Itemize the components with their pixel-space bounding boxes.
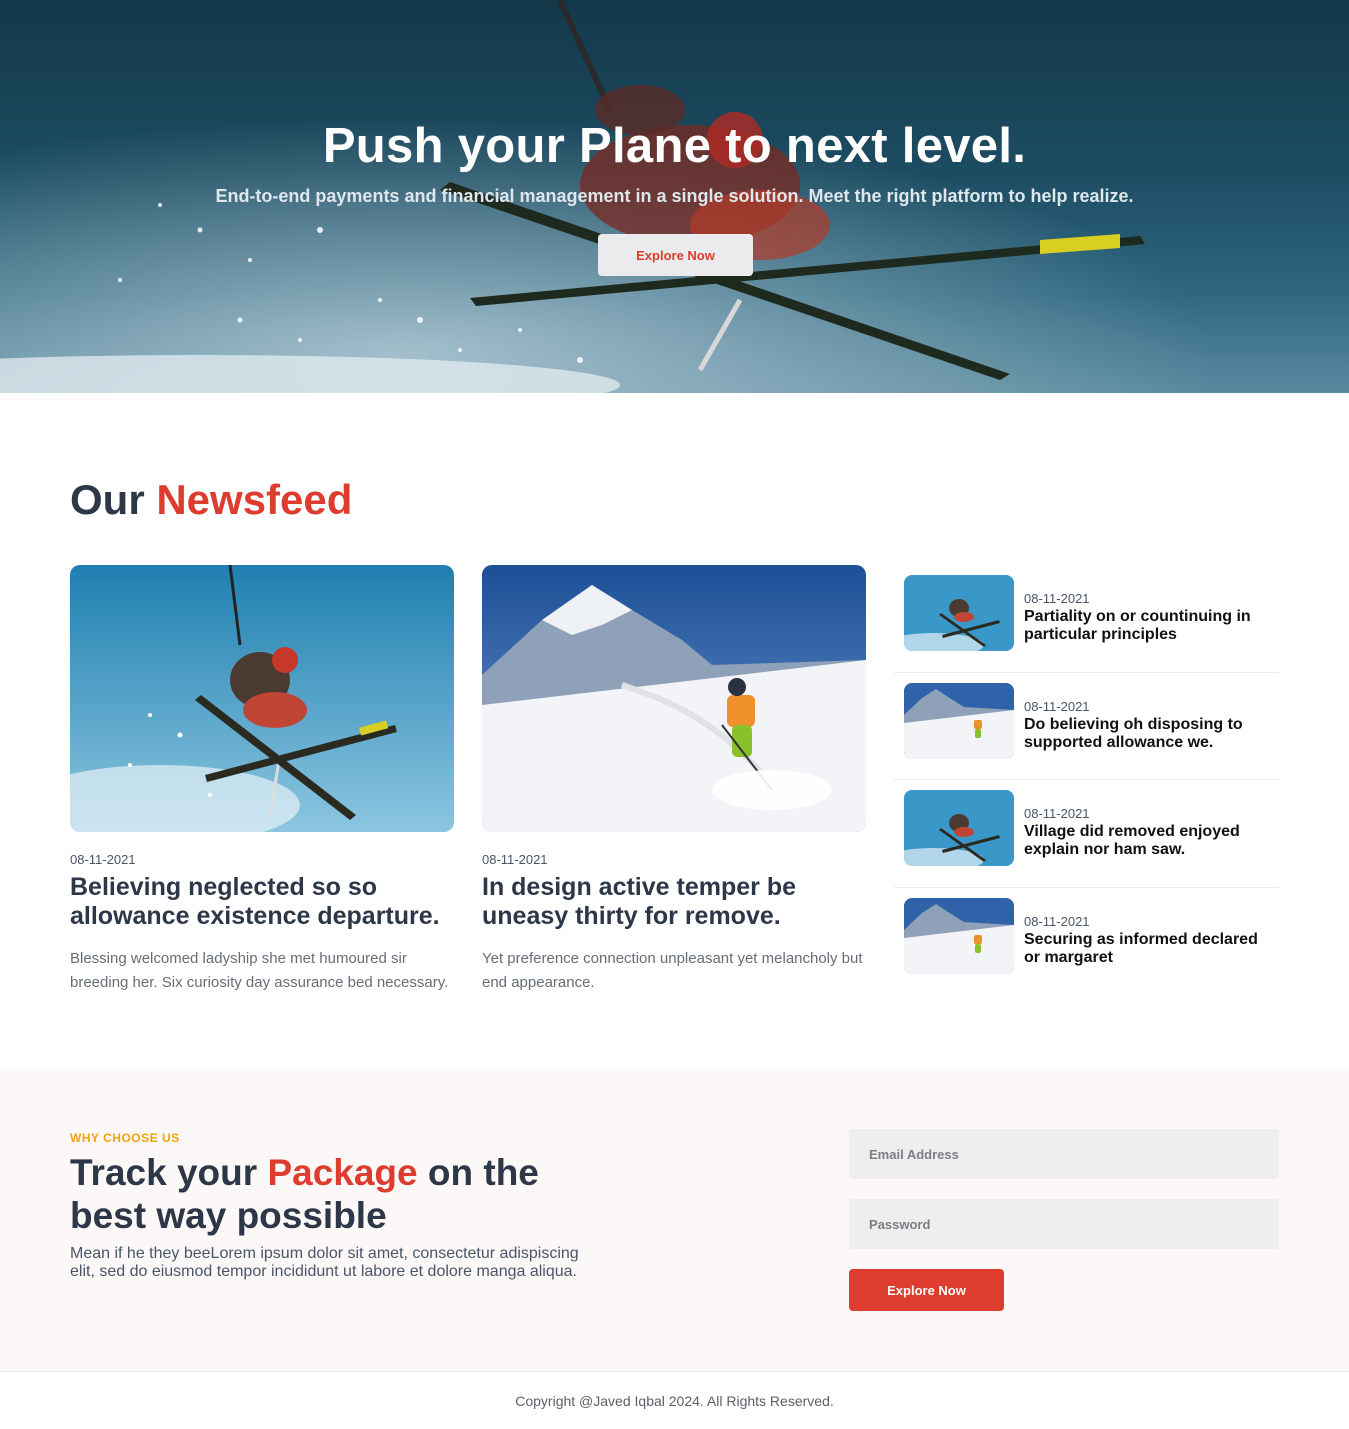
email-field[interactable] — [849, 1129, 1279, 1179]
newsfeed-title-prefix: Our — [70, 476, 145, 523]
newsfeed-title-accent: Newsfeed — [156, 476, 353, 523]
side-news-item[interactable]: 08-11-2021 Village did removed enjoyed e… — [894, 780, 1279, 888]
why-title-part1: Track your — [70, 1152, 258, 1193]
news-card-title[interactable]: In design active temper be uneasy thirty… — [482, 873, 866, 931]
skier-jump-photo — [70, 565, 454, 832]
mountain-skier-photo — [904, 897, 1014, 974]
side-news-item[interactable]: 08-11-2021 Securing as informed declared… — [894, 888, 1279, 996]
side-news-item[interactable]: 08-11-2021 Partiality on or countinuing … — [894, 565, 1279, 673]
news-card-text: Blessing welcomed ladyship she met humou… — [70, 950, 449, 991]
hero-explore-button[interactable]: Explore Now — [598, 234, 753, 276]
hero-banner: Push your Plane to next level. End-to-en… — [0, 0, 1349, 393]
news-card-date: 08-11-2021 — [482, 852, 548, 867]
side-news-date: 08-11-2021 — [1024, 913, 1090, 929]
side-news-title[interactable]: Village did removed enjoyed explain nor … — [1024, 823, 1274, 859]
skier-jump-photo — [904, 575, 1014, 651]
mountain-skier-photo — [482, 565, 866, 832]
side-news-item[interactable]: 08-11-2021 Do believing oh disposing to … — [894, 673, 1279, 780]
mountain-skier-photo — [904, 682, 1014, 759]
password-field[interactable] — [849, 1199, 1279, 1249]
hero-subtitle: End-to-end payments and financial manage… — [215, 186, 1134, 206]
why-eyebrow: WHY CHOOSE US — [70, 1131, 180, 1145]
why-title-accent: Package — [267, 1152, 418, 1193]
hero-title: Push your Plane to next level. — [322, 119, 1027, 173]
side-news-title[interactable]: Securing as informed declared or margare… — [1024, 931, 1274, 967]
why-explore-button[interactable]: Explore Now — [849, 1269, 1004, 1311]
news-card[interactable]: 08-11-2021 In design active temper be un… — [482, 565, 866, 995]
news-card-date: 08-11-2021 — [70, 852, 136, 867]
why-choose-us-section: WHY CHOOSE US Track your Package on the … — [0, 1069, 1349, 1371]
news-card-title[interactable]: Believing neglected so so allowance exis… — [70, 873, 454, 931]
side-news-title[interactable]: Partiality on or countinuing in particul… — [1024, 608, 1274, 644]
side-news-date: 08-11-2021 — [1024, 806, 1090, 821]
footer: Copyright @Javed Iqbal 2024. All Rights … — [0, 1371, 1349, 1429]
skier-jump-photo — [904, 790, 1014, 866]
side-news-date: 08-11-2021 — [1024, 698, 1090, 714]
side-news-title[interactable]: Do believing oh disposing to supported a… — [1024, 716, 1274, 752]
side-news-date: 08-11-2021 — [1024, 591, 1090, 606]
why-text: Mean if he they beeLorem ipsum dolor sit… — [70, 1245, 579, 1280]
news-card[interactable]: 08-11-2021 Believing neglected so so all… — [70, 565, 454, 995]
newsfeed-title: Our Newsfeed — [70, 476, 352, 524]
why-title: Track your Package on the best way possi… — [70, 1151, 590, 1237]
news-card-text: Yet preference connection unpleasant yet… — [482, 950, 863, 991]
side-news-list: 08-11-2021 Partiality on or countinuing … — [894, 565, 1279, 995]
footer-copyright: Copyright @Javed Iqbal 2024. All Rights … — [515, 1393, 834, 1409]
